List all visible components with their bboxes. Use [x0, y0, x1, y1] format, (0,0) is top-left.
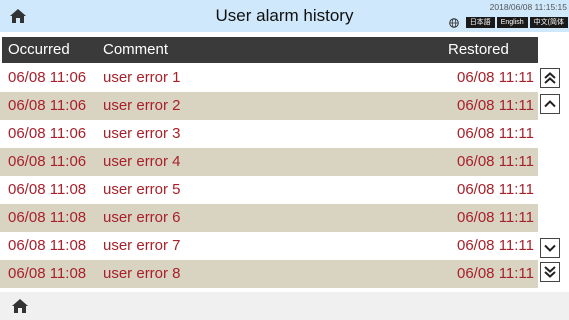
page-up-button[interactable]	[540, 68, 560, 88]
comment-cell: user error 5	[103, 181, 181, 198]
table-row[interactable]: 06/08 11:08 user error 7 06/08 11:11	[0, 232, 538, 260]
datetime-display: 2018/06/08 11:15:15	[489, 2, 567, 12]
title-bar: User alarm history 2018/06/08 11:15:15 日…	[0, 0, 569, 32]
occurred-cell: 06/08 11:08	[8, 265, 87, 282]
restored-cell: 06/08 11:11	[456, 209, 534, 226]
alarm-list: 06/08 11:06 user error 1 06/08 11:11 06/…	[0, 64, 538, 288]
table-row[interactable]: 06/08 11:06 user error 3 06/08 11:11	[0, 120, 538, 148]
home-button-footer[interactable]	[8, 294, 32, 318]
restored-cell: 06/08 11:11	[456, 125, 534, 142]
occurred-cell: 06/08 11:08	[8, 209, 87, 226]
comment-cell: user error 8	[103, 265, 181, 282]
language-selector: 日本語 English 中文(简体	[449, 17, 568, 28]
table-row[interactable]: 06/08 11:06 user error 1 06/08 11:11	[0, 64, 538, 92]
occurred-cell: 06/08 11:06	[8, 153, 87, 170]
bottom-bar	[0, 292, 569, 320]
occurred-cell: 06/08 11:08	[8, 181, 87, 198]
occurred-cell: 06/08 11:06	[8, 69, 87, 86]
chevron-down-icon	[544, 244, 556, 252]
line-down-button[interactable]	[540, 238, 560, 258]
restored-cell: 06/08 11:11	[456, 265, 534, 282]
comment-cell: user error 3	[103, 125, 181, 142]
table-row[interactable]: 06/08 11:08 user error 6 06/08 11:11	[0, 204, 538, 232]
chevron-up-icon	[544, 100, 556, 108]
double-chevron-up-icon	[544, 72, 556, 84]
table-header: Occurred Comment Restored	[2, 37, 538, 63]
comment-cell: user error 6	[103, 209, 181, 226]
restored-cell: 06/08 11:11	[456, 97, 534, 114]
table-row[interactable]: 06/08 11:08 user error 5 06/08 11:11	[0, 176, 538, 204]
globe-icon	[449, 17, 460, 28]
double-chevron-down-icon	[544, 266, 556, 278]
restored-cell: 06/08 11:11	[456, 69, 534, 86]
line-up-button[interactable]	[540, 94, 560, 114]
occurred-cell: 06/08 11:08	[8, 237, 87, 254]
occurred-cell: 06/08 11:06	[8, 125, 87, 142]
lang-japanese-button[interactable]: 日本語	[465, 17, 495, 28]
lang-chinese-button[interactable]: 中文(简体	[529, 17, 568, 28]
lang-english-button[interactable]: English	[496, 17, 528, 28]
table-row[interactable]: 06/08 11:08 user error 8 06/08 11:11	[0, 260, 538, 288]
home-icon	[12, 299, 28, 313]
column-comment: Comment	[103, 41, 169, 58]
column-restored: Restored	[448, 41, 509, 58]
comment-cell: user error 2	[103, 97, 181, 114]
restored-cell: 06/08 11:11	[456, 153, 534, 170]
comment-cell: user error 1	[103, 69, 181, 86]
column-occurred: Occurred	[8, 41, 70, 58]
comment-cell: user error 4	[103, 153, 181, 170]
restored-cell: 06/08 11:11	[456, 181, 534, 198]
table-row[interactable]: 06/08 11:06 user error 2 06/08 11:11	[0, 92, 538, 120]
page-down-button[interactable]	[540, 262, 560, 282]
occurred-cell: 06/08 11:06	[8, 97, 87, 114]
home-icon	[10, 9, 26, 23]
home-button[interactable]	[6, 4, 30, 28]
comment-cell: user error 7	[103, 237, 181, 254]
table-row[interactable]: 06/08 11:06 user error 4 06/08 11:11	[0, 148, 538, 176]
restored-cell: 06/08 11:11	[456, 237, 534, 254]
